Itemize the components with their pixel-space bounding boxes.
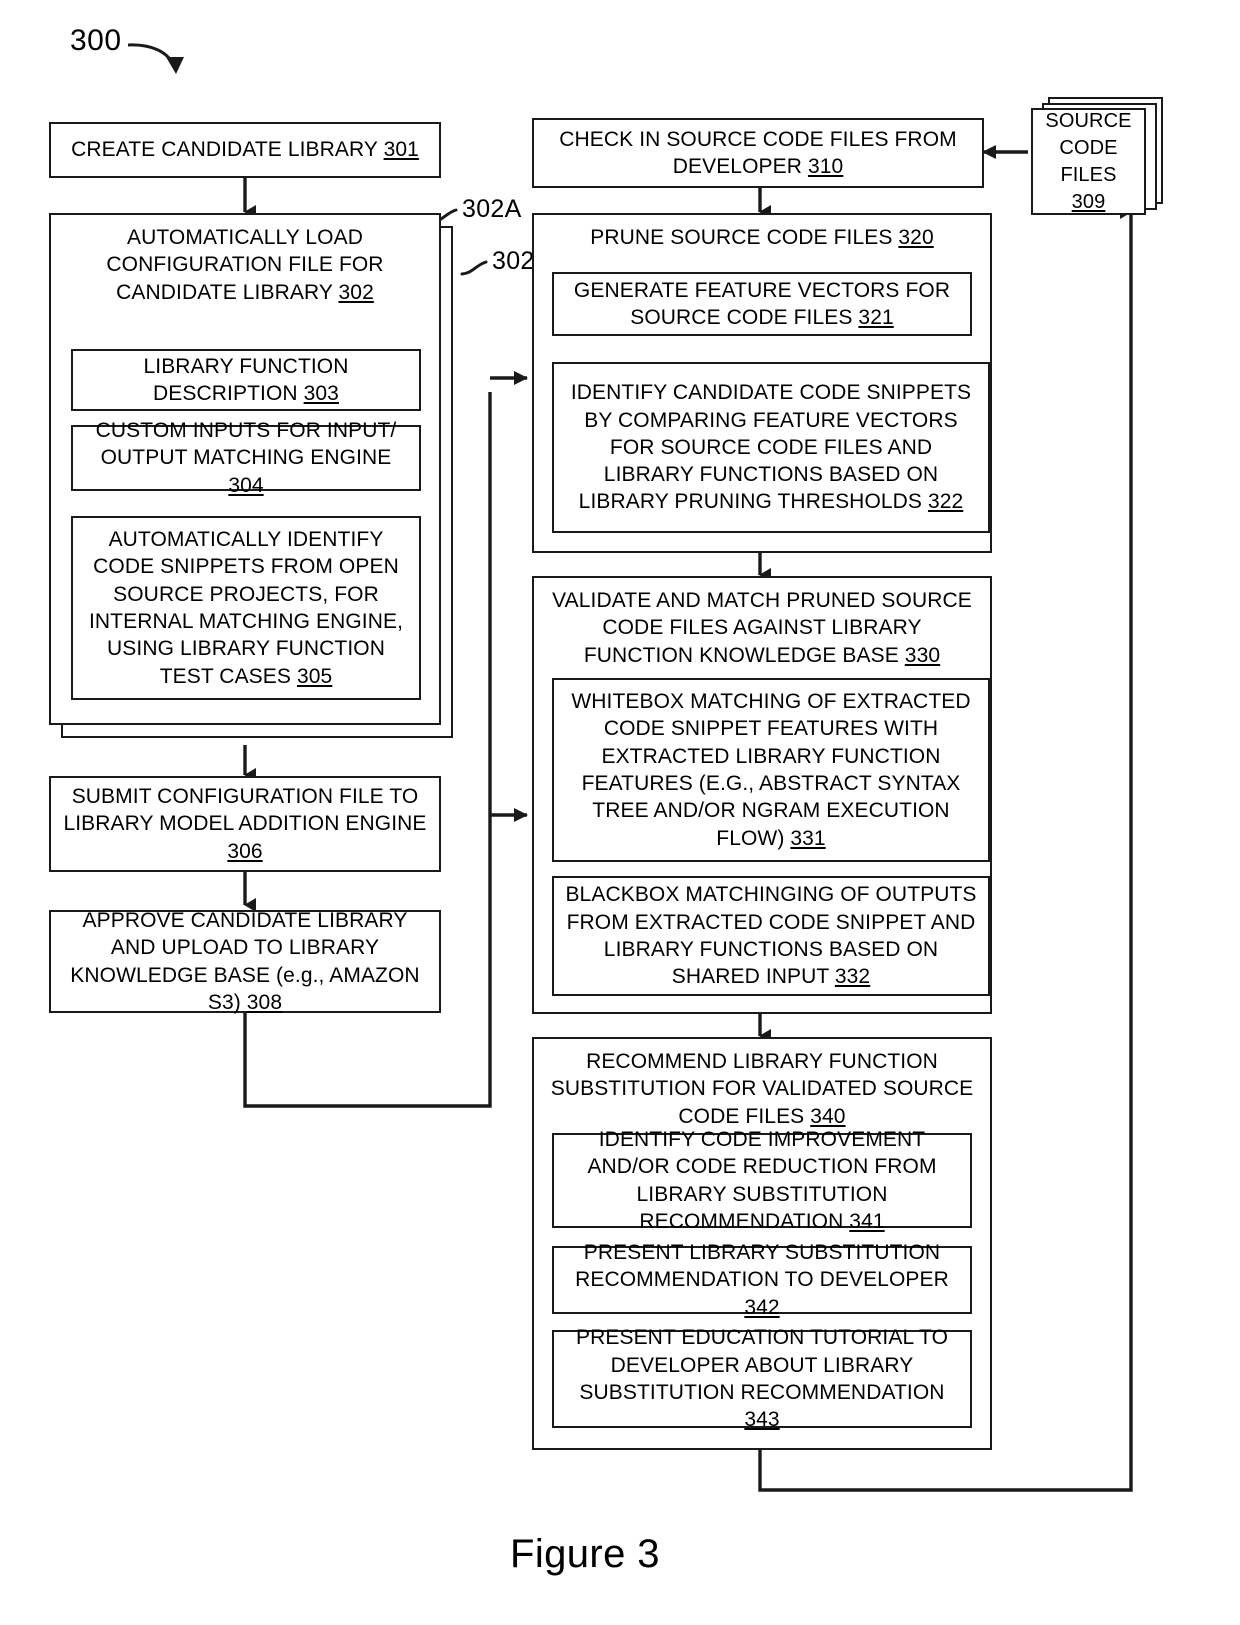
box-source-code-files-309: SOURCE CODE FILES 309 — [1031, 108, 1146, 215]
box-blackbox-matching: BLACKBOX MATCHINGING OF OUTPUTS FROM EXT… — [552, 876, 990, 996]
box-320-ref: 320 — [898, 226, 934, 249]
box-340-header: RECOMMEND LIBRARY FUNCTION SUBSTITUTION … — [534, 1039, 990, 1136]
box-identify-candidate-code-snippets: IDENTIFY CANDIDATE CODE SNIPPETS BY COMP… — [552, 362, 990, 533]
box-custom-inputs-matching-engine: CUSTOM INPUTS FOR INPUT/ OUTPUT MATCHING… — [71, 419, 421, 497]
box-create-candidate-library: CREATE CANDIDATE LIBRARY 301 — [49, 122, 441, 178]
box-303-ref: 303 — [303, 382, 339, 405]
box-308-ref: 308 — [246, 990, 283, 1014]
box-340-ref: 340 — [810, 1104, 846, 1128]
box-342-text: PRESENT LIBRARY SUBSTITUTION RECOMMENDAT… — [575, 1241, 949, 1292]
box-identify-code-snippets-open-source: AUTOMATICALLY IDENTIFY CODE SNIPPETS FRO… — [71, 516, 421, 700]
box-331-text: WHITEBOX MATCHING OF EXTRACTED CODE SNIP… — [571, 690, 971, 850]
box-301-text: CREATE CANDIDATE LIBRARY — [71, 138, 384, 162]
box-check-in-source-code-files: CHECK IN SOURCE CODE FILES FROM DEVELOPE… — [532, 118, 984, 188]
leader-label-302a: 302A — [462, 195, 522, 223]
box-343-text: PRESENT EDUCATION TUTORIAL TO DEVELOPER … — [575, 1326, 949, 1404]
box-302-header: AUTOMATICALLY LOAD CONFIGURATION FILE FO… — [51, 215, 439, 312]
box-309-ref: 309 — [1071, 190, 1106, 213]
box-322-text: IDENTIFY CANDIDATE CODE SNIPPETS BY COMP… — [570, 381, 972, 514]
box-302-ref: 302 — [338, 280, 374, 304]
box-304-text: CUSTOM INPUTS FOR INPUT/ OUTPUT MATCHING… — [95, 419, 397, 470]
box-library-function-description: LIBRARY FUNCTION DESCRIPTION 303 — [71, 349, 421, 411]
box-304-ref: 304 — [228, 473, 264, 497]
box-320-text: PRUNE SOURCE CODE FILES — [590, 226, 899, 249]
box-343-ref: 343 — [744, 1408, 780, 1432]
box-342-ref: 342 — [744, 1295, 780, 1319]
box-331-ref: 331 — [790, 826, 826, 850]
box-330-header: VALIDATE AND MATCH PRUNED SOURCE CODE FI… — [534, 578, 990, 675]
box-330-ref: 330 — [904, 643, 941, 667]
box-whitebox-matching: WHITEBOX MATCHING OF EXTRACTED CODE SNIP… — [552, 678, 990, 862]
box-306-text: SUBMIT CONFIGURATION FILE TO LIBRARY MOD… — [63, 785, 427, 836]
box-approve-candidate-library: APPROVE CANDIDATE LIBRARY AND UPLOAD TO … — [49, 908, 441, 1014]
box-310-text: CHECK IN SOURCE CODE FILES FROM DEVELOPE… — [559, 127, 957, 178]
box-308-text: APPROVE CANDIDATE LIBRARY AND UPLOAD TO … — [70, 908, 420, 1014]
box-340-text: RECOMMEND LIBRARY FUNCTION SUBSTITUTION … — [550, 1050, 974, 1128]
box-present-education-tutorial: PRESENT EDUCATION TUTORIAL TO DEVELOPER … — [552, 1326, 972, 1432]
box-301-ref: 301 — [383, 138, 419, 162]
figure-3-flowchart: 300 CREATE CANDIDATE LIBRARY 301 AUTOMAT… — [0, 0, 1240, 1625]
box-identify-code-improvement: IDENTIFY CODE IMPROVEMENT AND/OR CODE RE… — [552, 1128, 972, 1233]
box-341-ref: 341 — [849, 1209, 885, 1233]
box-generate-feature-vectors: GENERATE FEATURE VECTORS FOR SOURCE CODE… — [552, 272, 972, 336]
figure-reference-arrow — [127, 43, 184, 74]
leader-line-302b — [460, 260, 488, 276]
box-332-text: BLACKBOX MATCHINGING OF OUTPUTS FROM EXT… — [565, 883, 977, 989]
box-306-ref: 306 — [227, 839, 263, 863]
box-305-text: AUTOMATICALLY IDENTIFY CODE SNIPPETS FRO… — [88, 528, 404, 688]
box-present-library-substitution: PRESENT LIBRARY SUBSTITUTION RECOMMENDAT… — [552, 1241, 972, 1319]
box-305-ref: 305 — [296, 664, 333, 688]
box-322-ref: 322 — [927, 490, 964, 514]
figure-reference-numeral: 300 — [70, 24, 122, 57]
box-submit-configuration-file: SUBMIT CONFIGURATION FILE TO LIBRARY MOD… — [49, 776, 441, 872]
box-309-text: SOURCE CODE FILES — [1045, 109, 1132, 186]
box-332-ref: 332 — [834, 965, 871, 989]
box-320-header: PRUNE SOURCE CODE FILES 320 — [534, 215, 990, 257]
box-321-ref: 321 — [858, 306, 894, 329]
figure-caption: Figure 3 — [510, 1532, 660, 1576]
box-310-ref: 310 — [807, 155, 844, 178]
